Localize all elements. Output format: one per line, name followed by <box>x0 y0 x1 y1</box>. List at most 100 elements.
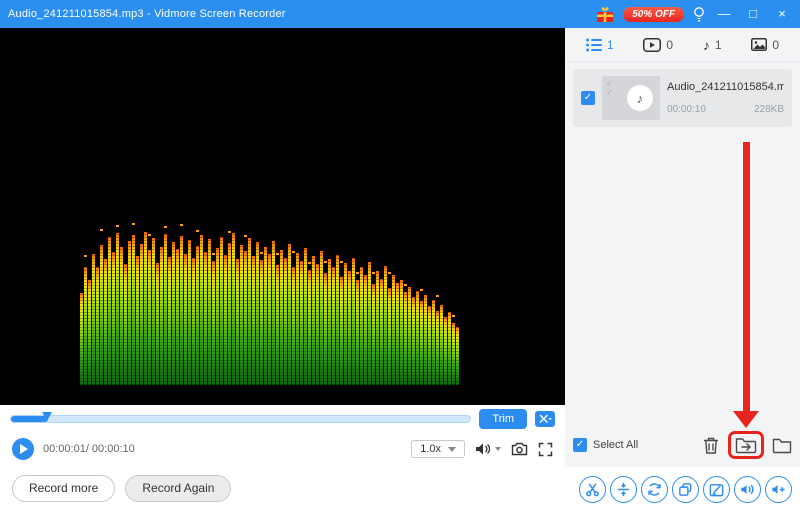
tools-toolbar <box>565 467 800 511</box>
spectrum-bar <box>336 255 339 385</box>
minimize-button[interactable]: — <box>714 4 734 24</box>
spectrum-bar <box>284 258 287 385</box>
spectrum-dot <box>436 295 439 297</box>
spectrum-bar <box>384 266 387 385</box>
tab-audio[interactable]: ♪ 1 <box>703 38 722 52</box>
play-icon <box>20 444 28 454</box>
spectrum-bar <box>380 279 383 385</box>
play-button[interactable] <box>12 438 34 460</box>
spectrum-bar <box>196 246 199 385</box>
seek-slider[interactable] <box>10 415 471 423</box>
spectrum-bar <box>172 242 175 385</box>
music-note-icon: ♪ <box>703 38 710 52</box>
volume-icon[interactable] <box>475 442 491 456</box>
fullscreen-icon[interactable] <box>538 442 553 457</box>
spectrum-bar <box>376 271 379 385</box>
spectrum-bar <box>208 239 211 385</box>
chevron-down-icon <box>448 447 456 452</box>
recording-list-item[interactable]: ✓ ✓✓ ♪ Audio_241211015854.mp3 00:00:10 2… <box>573 69 792 127</box>
spectrum-bar <box>392 275 395 385</box>
spectrum-dot <box>356 272 359 274</box>
history-panel: 1 0 ♪ 1 0 ✓ ✓✓ <box>565 28 800 511</box>
spectrum-bar <box>300 261 303 385</box>
titlebar: Audio_241211015854.mp3 - Vidmore Screen … <box>0 0 800 28</box>
spectrum-bar <box>188 240 191 385</box>
seek-thumb[interactable] <box>42 412 52 421</box>
select-all-checkbox[interactable]: ✓ <box>573 438 587 452</box>
spectrum-bar <box>216 248 219 385</box>
spectrum-bar <box>408 287 411 385</box>
audio-visualizer <box>80 210 459 385</box>
edit-tool-button[interactable] <box>703 476 730 503</box>
tab-image[interactable]: 0 <box>751 38 779 52</box>
playback-right-controls: 1.0x <box>411 440 553 458</box>
file-action-icons <box>702 431 792 459</box>
spectrum-bar <box>140 244 143 385</box>
spectrum-bar <box>220 237 223 385</box>
seek-row: Trim <box>0 405 565 433</box>
spectrum-bar <box>416 291 419 385</box>
volume-boost-tool-button[interactable] <box>765 476 792 503</box>
export-highlight-rectangle <box>728 431 764 459</box>
spectrum-dot <box>228 231 231 233</box>
spectrum-bar <box>444 317 447 385</box>
tab-playlist[interactable]: 1 <box>586 38 614 52</box>
delete-icon[interactable] <box>702 436 720 455</box>
spectrum-bar <box>368 262 371 385</box>
gift-icon[interactable] <box>596 6 614 23</box>
music-note-icon: ♪ <box>627 85 653 111</box>
spectrum-bar <box>276 265 279 385</box>
advanced-trimmer-icon[interactable] <box>535 411 555 427</box>
audio-enhance-tool-button[interactable] <box>734 476 761 503</box>
spectrum-bar <box>328 259 331 385</box>
speed-select[interactable]: 1.0x <box>411 440 465 458</box>
volume-chevron-icon[interactable] <box>495 447 501 451</box>
spectrum-bar <box>440 305 443 385</box>
lamp-icon[interactable] <box>693 6 705 22</box>
merge-tool-button[interactable] <box>610 476 637 503</box>
spectrum-bar <box>156 263 159 385</box>
spectrum-bar <box>352 258 355 385</box>
spectrum-bar <box>128 241 131 385</box>
spectrum-dot <box>260 252 263 254</box>
spectrum-dot <box>452 315 455 317</box>
spectrum-bar <box>396 283 399 385</box>
spectrum-dot <box>292 251 295 253</box>
spectrum-bar <box>268 254 271 385</box>
spectrum-bar <box>312 256 315 385</box>
spectrum-bar <box>340 277 343 385</box>
spectrum-dot <box>212 253 215 255</box>
maximize-button[interactable]: □ <box>743 4 763 24</box>
preview-area <box>0 28 565 405</box>
snapshot-icon[interactable] <box>511 442 528 456</box>
spectrum-bar <box>332 267 335 385</box>
spectrum-bar <box>204 252 207 385</box>
spectrum-bar <box>168 257 171 385</box>
pointer-arrow-head <box>733 411 759 428</box>
spectrum-bar <box>436 311 439 385</box>
spectrum-bar <box>160 247 163 385</box>
player-pane: Trim 00:00:01/ 00:00:10 1.0x <box>0 28 565 511</box>
open-folder-icon[interactable] <box>772 437 792 454</box>
spectrum-dot <box>372 272 375 274</box>
spectrum-bar <box>120 247 123 385</box>
tab-video[interactable]: 0 <box>643 38 673 52</box>
record-more-button[interactable]: Record more <box>12 475 115 502</box>
tab-count: 1 <box>715 38 722 52</box>
record-again-button[interactable]: Record Again <box>125 475 231 502</box>
spectrum-bar <box>100 245 103 385</box>
discount-badge[interactable]: 50% OFF <box>623 7 684 22</box>
close-button[interactable]: × <box>772 4 792 24</box>
speed-value: 1.0x <box>420 443 441 455</box>
trim-button[interactable]: Trim <box>479 409 527 429</box>
convert-tool-button[interactable] <box>641 476 668 503</box>
spectrum-bar <box>108 237 111 385</box>
item-meta: 00:00:10 228KB <box>667 104 784 115</box>
playlist-icon <box>586 38 602 52</box>
item-checkbox[interactable]: ✓ <box>581 91 595 105</box>
duplicate-tool-button[interactable] <box>672 476 699 503</box>
export-folder-icon[interactable] <box>735 436 757 454</box>
spectrum-bar <box>164 234 167 385</box>
cut-tool-button[interactable] <box>579 476 606 503</box>
spectrum-dot <box>276 253 279 255</box>
